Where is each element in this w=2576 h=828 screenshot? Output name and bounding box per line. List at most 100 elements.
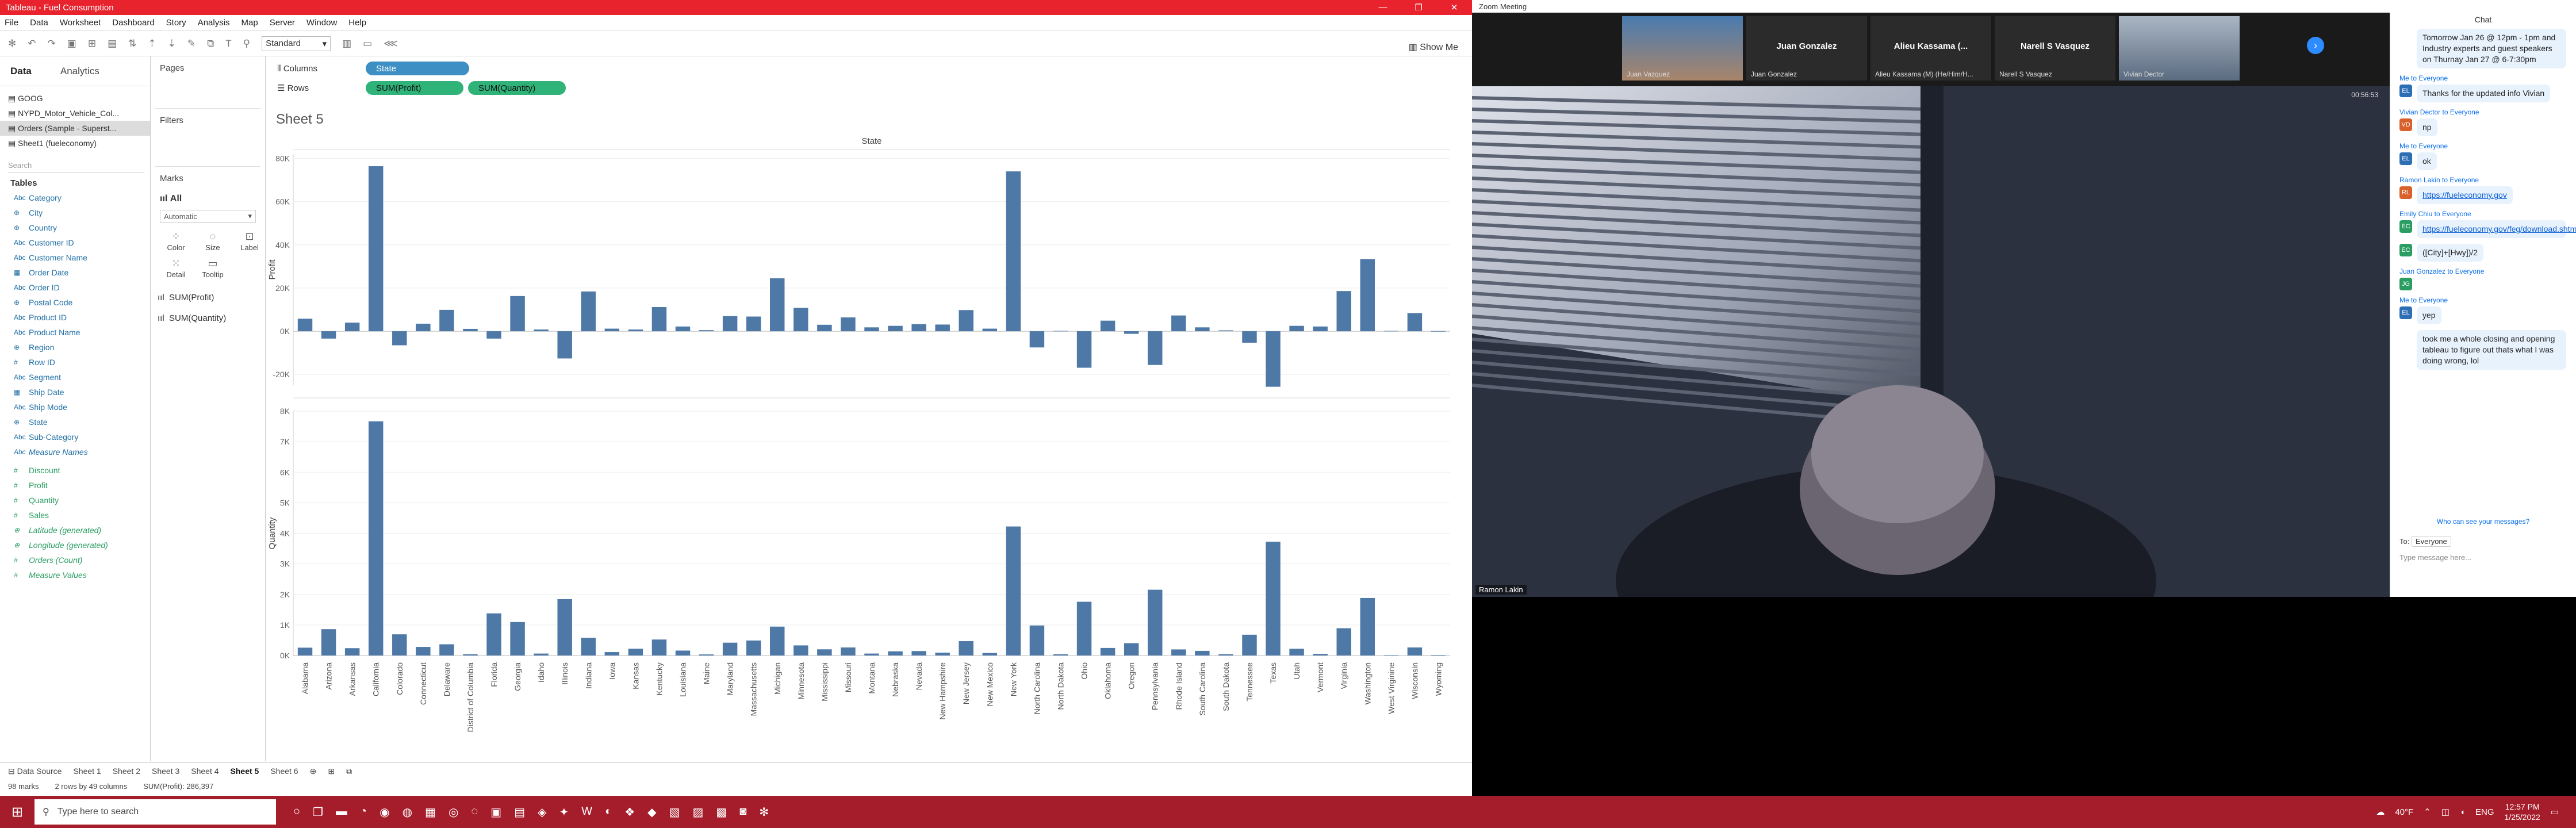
field-measure[interactable]: # Measure Values — [0, 568, 150, 582]
new-story-icon[interactable]: ⧉ — [346, 766, 352, 776]
swap-icon[interactable]: ⇅ — [128, 38, 136, 49]
field-measure[interactable]: # Profit — [0, 478, 150, 493]
chart-icon[interactable]: ▥ — [342, 38, 351, 49]
field-dimension[interactable]: ▦ Ship Date — [0, 385, 150, 400]
pin-icon[interactable]: ⚲ — [243, 38, 250, 49]
app-icon[interactable]: ▩ — [716, 805, 727, 819]
chat-input[interactable]: Type message here... — [2399, 553, 2471, 562]
tab-sheet-active[interactable]: Sheet 5 — [231, 766, 259, 776]
save-icon[interactable]: ▣ — [67, 38, 76, 49]
chat-link[interactable]: https://fueleconomy.gov/feg/download.sht… — [2417, 220, 2576, 238]
tableau-icon[interactable]: ✻ — [759, 805, 769, 819]
recipient-dropdown[interactable]: Everyone — [2411, 536, 2451, 547]
participant-tile[interactable]: Juan Vazquez — [1622, 16, 1743, 80]
field-dimension[interactable]: Abc Category — [0, 190, 150, 205]
volume-icon[interactable]: ◖ — [2460, 807, 2465, 817]
chat-link[interactable]: https://fueleconomy.gov — [2417, 186, 2513, 204]
participant-tile[interactable]: Vivian Dector — [2119, 16, 2240, 80]
filters-card[interactable]: Filters — [151, 109, 265, 132]
field-measure[interactable]: ⊕ Latitude (generated) — [0, 523, 150, 538]
datasource-item[interactable]: ▤ Sheet1 (fueleconomy) — [0, 136, 150, 151]
zoom-icon[interactable]: ◙ — [739, 805, 746, 819]
new-datasource-icon[interactable]: ⊞ — [88, 38, 96, 49]
rows-shelf[interactable]: ☰ Rows SUM(Profit) SUM(Quantity) — [266, 78, 1472, 98]
cortana-icon[interactable]: ○ — [293, 805, 300, 819]
app-icon[interactable]: ❖ — [624, 805, 635, 819]
maximize-button[interactable]: ❐ — [1401, 2, 1436, 13]
field-dimension[interactable]: Abc Product ID — [0, 310, 150, 325]
size-button[interactable]: ◌ Size — [195, 231, 230, 252]
field-dimension[interactable]: ▦ Order Date — [0, 265, 150, 280]
field-dimension[interactable]: ⊕ Postal Code — [0, 295, 150, 310]
participant-tile[interactable]: Narell S Vasquez Narell S Vasquez — [1995, 16, 2115, 80]
field-dimension[interactable]: ⊕ State — [0, 415, 150, 430]
chat-recipient[interactable]: To: Everyone — [2399, 536, 2451, 547]
taskbar-search[interactable]: ⚲ Type here to search — [34, 799, 276, 825]
label-icon[interactable]: T — [225, 38, 231, 49]
minimize-button[interactable]: — — [1365, 2, 1401, 13]
calendar-icon[interactable]: ▦ — [425, 805, 436, 819]
menu-data[interactable]: Data — [30, 18, 48, 28]
new-dashboard-icon[interactable]: ⊞ — [328, 766, 335, 776]
undo-icon[interactable]: ↶ — [28, 38, 36, 49]
tab-sheet[interactable]: Sheet 6 — [270, 766, 298, 776]
field-dimension[interactable]: Abc Customer ID — [0, 235, 150, 250]
field-dimension[interactable]: Abc Customer Name — [0, 250, 150, 265]
windows-start-icon[interactable]: ⊞ — [0, 804, 34, 821]
tab-sheet[interactable]: Sheet 2 — [113, 766, 140, 776]
participant-tile[interactable]: Alieu Kassama (... Alieu Kassama (M) (He/… — [1870, 16, 1991, 80]
presentation-icon[interactable]: ▭ — [363, 38, 372, 49]
redo-icon[interactable]: ↷ — [48, 38, 56, 49]
show-me-button[interactable]: ▥ Show Me — [1409, 41, 1458, 53]
language-indicator[interactable]: ENG — [2475, 807, 2494, 817]
whatsapp-icon[interactable]: ◌ — [471, 805, 478, 819]
app-icon[interactable]: ▧ — [669, 805, 680, 819]
app-icon[interactable]: ▨ — [692, 805, 703, 819]
menu-dashboard[interactable]: Dashboard — [112, 18, 154, 28]
field-dimension[interactable]: # Row ID — [0, 355, 150, 370]
tab-data[interactable]: Data — [10, 66, 32, 77]
datasource-item[interactable]: ▤ NYPD_Motor_Vehicle_Col... — [0, 106, 150, 121]
notifications-icon[interactable]: ▭ — [2551, 807, 2559, 817]
field-dimension[interactable]: Abc Order ID — [0, 280, 150, 295]
sort-asc-icon[interactable]: ⇡ — [148, 38, 156, 49]
fit-dropdown[interactable]: Standard ▾ — [262, 36, 331, 51]
menu-window[interactable]: Window — [306, 18, 337, 28]
tab-sheet[interactable]: Sheet 1 — [73, 766, 101, 776]
discord-icon[interactable]: ◐ — [605, 805, 612, 819]
pages-card[interactable]: Pages — [151, 56, 265, 80]
field-dimension[interactable]: Abc Product Name — [0, 325, 150, 340]
weather-icon[interactable]: ☁ — [2376, 807, 2385, 817]
firefox-icon[interactable]: ◉ — [379, 805, 389, 819]
group-icon[interactable]: ⧉ — [207, 38, 214, 49]
tableau-logo-icon[interactable]: ✻ — [8, 38, 16, 49]
chevron-up-icon[interactable]: ⌃ — [2424, 807, 2431, 817]
field-dimension[interactable]: ⊕ Country — [0, 220, 150, 235]
field-measure[interactable]: # Discount — [0, 463, 150, 478]
marks-all-tab[interactable]: ııl All — [151, 190, 265, 208]
field-measure[interactable]: # Orders (Count) — [0, 553, 150, 568]
mark-type-dropdown[interactable]: Automatic ▾ — [160, 210, 256, 223]
tab-data-source[interactable]: ⊟ Data Source — [8, 766, 62, 776]
new-sheet-icon[interactable]: ⊕ — [310, 766, 317, 776]
datasource-item[interactable]: ▤ GOOG — [0, 91, 150, 106]
field-dimension[interactable]: ⊕ Region — [0, 340, 150, 355]
weather-temp[interactable]: 40°F — [2395, 807, 2413, 817]
detail-button[interactable]: ⁙ Detail — [159, 258, 193, 279]
tab-analytics[interactable]: Analytics — [60, 66, 99, 77]
tab-sheet[interactable]: Sheet 3 — [152, 766, 179, 776]
field-measure[interactable]: ⊕ Longitude (generated) — [0, 538, 150, 553]
menu-server[interactable]: Server — [270, 18, 295, 28]
label-button[interactable]: ⊡ Label — [232, 231, 267, 252]
columns-shelf[interactable]: ⦀ Columns State — [266, 59, 1472, 78]
menu-file[interactable]: File — [5, 18, 18, 28]
menu-analysis[interactable]: Analysis — [198, 18, 230, 28]
app-icon[interactable]: ◆ — [647, 805, 656, 819]
participant-tile[interactable]: Juan Gonzalez Juan Gonzalez — [1746, 16, 1867, 80]
field-dimension[interactable]: Abc Sub-Category — [0, 430, 150, 444]
menu-map[interactable]: Map — [241, 18, 258, 28]
app-icon[interactable]: ▤ — [514, 805, 525, 819]
chrome-icon[interactable]: ◍ — [402, 805, 412, 819]
tab-sheet[interactable]: Sheet 4 — [191, 766, 218, 776]
datasource-item-selected[interactable]: ▤ Orders (Sample - Superst... — [0, 121, 150, 136]
